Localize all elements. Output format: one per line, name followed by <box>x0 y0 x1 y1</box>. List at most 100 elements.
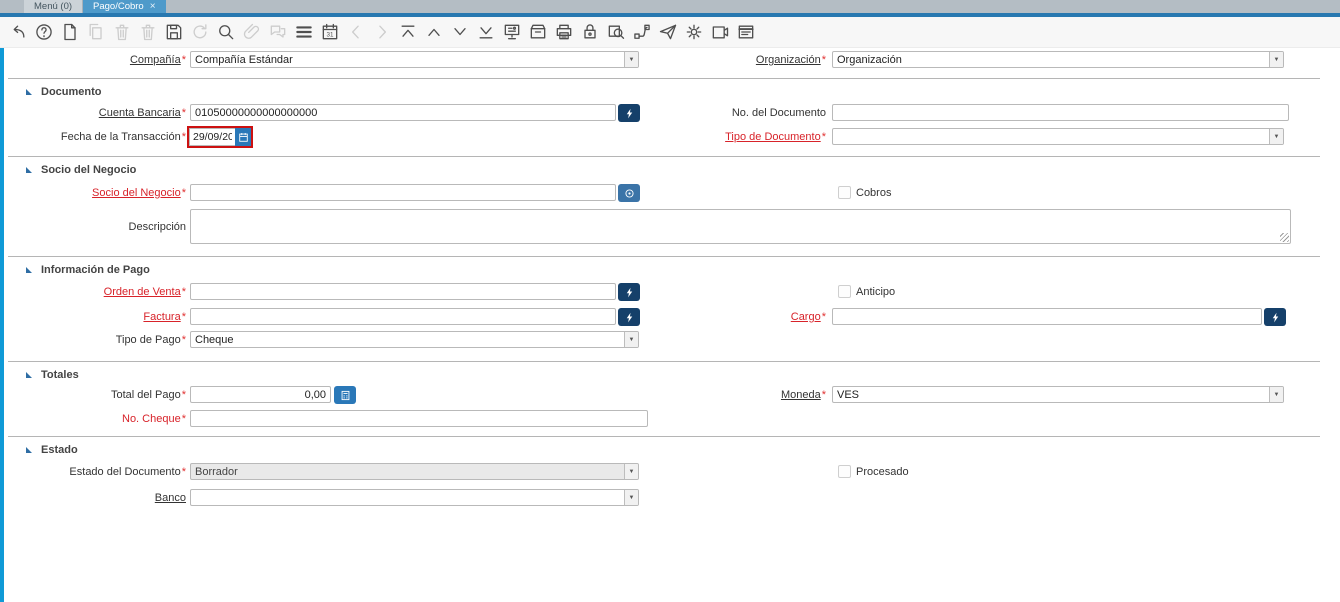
no-cheque-label: No. Cheque <box>6 411 186 428</box>
compania-select[interactable]: Compañía Estándar ▼ <box>190 51 639 68</box>
fecha-transaccion-input[interactable] <box>189 128 235 146</box>
anticipo-checkbox[interactable] <box>838 285 851 298</box>
last-record-icon[interactable] <box>475 22 496 43</box>
no-cheque-input[interactable] <box>190 410 648 427</box>
tab-pago-cobro[interactable]: Pago/Cobro × <box>83 0 166 13</box>
new-record-icon[interactable] <box>59 22 80 43</box>
compania-value: Compañía Estándar <box>191 52 624 67</box>
section-totales[interactable]: Totales <box>8 361 1320 383</box>
organizacion-select[interactable]: Organización ▼ <box>832 51 1284 68</box>
total-pago-calculator-button[interactable] <box>334 386 356 404</box>
section-info-pago[interactable]: Información de Pago <box>8 256 1320 278</box>
business-partner-icon <box>624 188 635 199</box>
requests-icon[interactable]: 31 <box>319 22 340 43</box>
collapse-triangle-icon[interactable] <box>26 167 32 173</box>
toggle-grid-icon[interactable] <box>293 22 314 43</box>
textarea-resize-handle[interactable] <box>1280 233 1289 242</box>
section-estado[interactable]: Estado <box>8 436 1320 458</box>
no-documento-label: No. del Documento <box>610 105 826 122</box>
preferences-icon[interactable] <box>683 22 704 43</box>
fecha-transaccion-calendar-button[interactable] <box>235 128 251 146</box>
descripcion-textarea[interactable] <box>190 209 1291 244</box>
descripcion-label: Descripción <box>6 219 186 236</box>
delete-selection-icon <box>137 22 158 43</box>
section-documento-title: Documento <box>41 86 102 98</box>
close-tab-icon[interactable]: × <box>150 2 156 12</box>
tab-bar: Menú (0) Pago/Cobro × <box>0 0 1340 13</box>
lock-icon[interactable] <box>579 22 600 43</box>
workflow-icon[interactable] <box>631 22 652 43</box>
organizacion-label: Organización <box>610 52 826 69</box>
chevron-down-icon[interactable]: ▼ <box>624 490 638 505</box>
chat-icon <box>267 22 288 43</box>
moneda-label: Moneda <box>610 387 826 404</box>
collapse-triangle-icon[interactable] <box>26 89 32 95</box>
procesado-label: Procesado <box>856 465 909 480</box>
factura-input[interactable] <box>190 308 616 325</box>
fecha-transaccion-label: Fecha de la Transacción <box>6 129 186 146</box>
banco-label: Banco <box>6 490 186 507</box>
fecha-transaccion-highlight <box>187 126 253 148</box>
print-icon[interactable] <box>553 22 574 43</box>
estado-documento-select[interactable]: Borrador ▼ <box>190 463 639 480</box>
zoom-across-icon[interactable] <box>605 22 626 43</box>
cargo-input[interactable] <box>832 308 1262 325</box>
chevron-down-icon[interactable]: ▼ <box>1269 129 1283 144</box>
anticipo-label: Anticipo <box>856 285 895 300</box>
next-record-icon[interactable] <box>449 22 470 43</box>
undo-icon[interactable] <box>7 22 28 43</box>
previous-record-icon[interactable] <box>423 22 444 43</box>
tipo-documento-value <box>833 129 1269 144</box>
first-record-icon[interactable] <box>397 22 418 43</box>
chevron-down-icon[interactable]: ▼ <box>624 332 638 347</box>
chevron-down-icon[interactable]: ▼ <box>1269 52 1283 67</box>
chevron-down-icon[interactable]: ▼ <box>1269 387 1283 402</box>
product-info-icon[interactable] <box>709 22 730 43</box>
tab-menu-label: Menú (0) <box>34 1 72 12</box>
find-icon[interactable] <box>215 22 236 43</box>
form-area: Compañía Compañía Estándar ▼ Organizació… <box>0 48 1340 602</box>
no-documento-input[interactable] <box>832 104 1289 121</box>
save-icon[interactable] <box>163 22 184 43</box>
banco-select[interactable]: ▼ <box>190 489 639 506</box>
left-accent-bar <box>0 48 4 602</box>
orden-venta-input[interactable] <box>190 283 616 300</box>
chevron-down-icon[interactable]: ▼ <box>624 464 638 479</box>
procesado-checkbox[interactable] <box>838 465 851 478</box>
calculator-icon <box>340 390 351 401</box>
detail-record-icon <box>371 22 392 43</box>
tipo-pago-select[interactable]: Cheque ▼ <box>190 331 639 348</box>
payment-window: Menú (0) Pago/Cobro × 31 Compañía Compañ… <box>0 0 1340 602</box>
send-mail-icon[interactable] <box>657 22 678 43</box>
cobros-checkbox[interactable] <box>838 186 851 199</box>
cuenta-bancaria-input[interactable] <box>190 104 616 121</box>
record-search-icon <box>624 287 635 298</box>
attachment-icon <box>241 22 262 43</box>
help-icon[interactable] <box>33 22 54 43</box>
tipo-documento-select[interactable]: ▼ <box>832 128 1284 145</box>
moneda-select[interactable]: VES ▼ <box>832 386 1284 403</box>
collapse-triangle-icon[interactable] <box>26 372 32 378</box>
collapse-triangle-icon[interactable] <box>26 267 32 273</box>
total-pago-label: Total del Pago <box>6 387 186 404</box>
socio-negocio-search-button[interactable] <box>618 184 640 202</box>
report-icon[interactable] <box>501 22 522 43</box>
cargo-record-button[interactable] <box>1264 308 1286 326</box>
orden-venta-record-button[interactable] <box>618 283 640 301</box>
process-log-icon[interactable] <box>735 22 756 43</box>
tab-menu[interactable]: Menú (0) <box>24 0 83 13</box>
compania-label: Compañía <box>6 52 186 69</box>
estado-documento-value: Borrador <box>191 464 624 479</box>
total-pago-input[interactable] <box>190 386 331 403</box>
cargo-label: Cargo <box>610 309 826 326</box>
section-documento[interactable]: Documento <box>8 78 1320 100</box>
tipo-pago-value: Cheque <box>191 332 624 347</box>
factura-label: Factura <box>6 309 186 326</box>
archive-icon[interactable] <box>527 22 548 43</box>
calendar-icon <box>238 132 249 143</box>
section-socio[interactable]: Socio del Negocio <box>8 156 1320 178</box>
cobros-label: Cobros <box>856 186 891 201</box>
socio-negocio-label: Socio del Negocio <box>6 185 186 202</box>
socio-negocio-input[interactable] <box>190 184 616 201</box>
collapse-triangle-icon[interactable] <box>26 447 32 453</box>
